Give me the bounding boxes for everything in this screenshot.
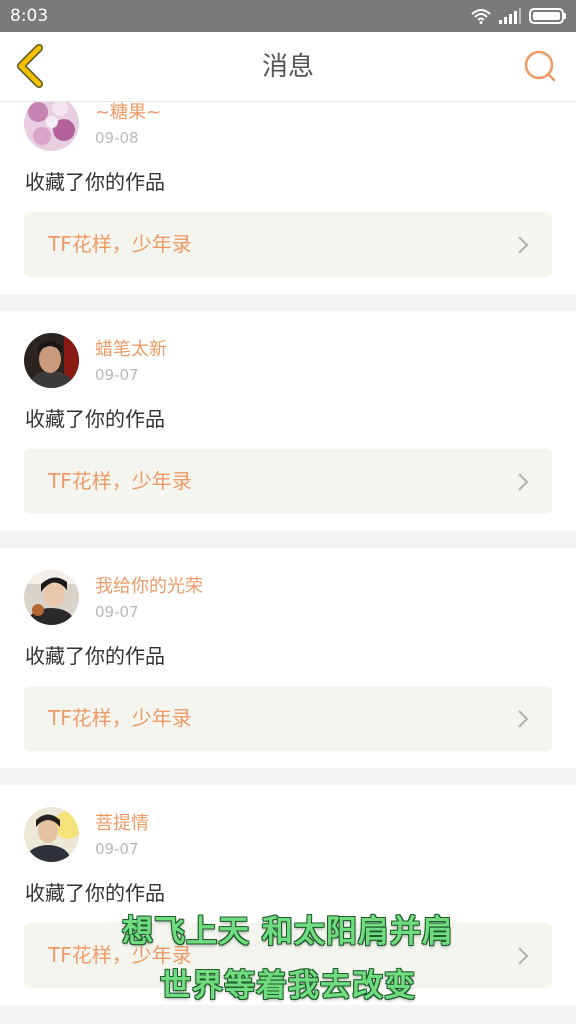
chevron-right-icon — [518, 473, 529, 491]
subtitle-line: 世界等着我去改变 — [160, 968, 416, 1004]
work-title: TF花样，少年录 — [48, 706, 192, 730]
action-text: 收藏了你的作品 — [25, 644, 165, 668]
nav-bar: 消息 — [0, 32, 576, 102]
date: 09-07 — [95, 840, 139, 858]
username[interactable]: 蜡笔太新 — [95, 339, 167, 361]
message-card: ~糖果~ 09-08 收藏了你的作品 TF花样，少年录 — [0, 102, 576, 294]
avatar[interactable] — [24, 102, 79, 151]
signal-icon — [499, 8, 521, 24]
page-title: 消息 — [261, 52, 314, 82]
date: 09-08 — [95, 129, 139, 147]
action-text: 收藏了你的作品 — [25, 170, 165, 194]
work-title: TF花样，少年录 — [48, 232, 192, 256]
action-text: 收藏了你的作品 — [25, 407, 165, 431]
avatar[interactable] — [24, 807, 79, 862]
action-text: 收藏了你的作品 — [25, 881, 165, 905]
search-icon — [524, 50, 556, 82]
username[interactable]: 菩提情 — [95, 813, 149, 835]
wifi-icon — [471, 9, 491, 24]
message-list[interactable]: ~糖果~ 09-08 收藏了你的作品 TF花样，少年录 蜡笔太新 09-07 收… — [0, 102, 576, 1024]
work-link[interactable]: TF花样，少年录 — [24, 212, 552, 277]
avatar[interactable] — [24, 333, 79, 388]
work-title: TF花样，少年录 — [48, 469, 192, 493]
message-card: 蜡笔太新 09-07 收藏了你的作品 TF花样，少年录 — [0, 311, 576, 531]
subtitle-line: 想飞上天 和太阳肩并肩 — [122, 914, 454, 950]
status-time: 8:03 — [10, 6, 49, 26]
avatar[interactable] — [24, 570, 79, 625]
status-bar: 8:03 — [0, 0, 576, 32]
date: 09-07 — [95, 603, 139, 621]
username[interactable]: 我给你的光荣 — [95, 576, 203, 598]
work-link[interactable]: TF花样，少年录 — [24, 686, 552, 751]
search-button[interactable] — [518, 44, 562, 88]
username[interactable]: ~糖果~ — [95, 102, 161, 124]
message-card: 我给你的光荣 09-07 收藏了你的作品 TF花样，少年录 — [0, 548, 576, 768]
battery-icon — [529, 8, 566, 24]
date: 09-07 — [95, 366, 139, 384]
chevron-right-icon — [518, 236, 529, 254]
chevron-right-icon — [518, 710, 529, 728]
status-icons — [471, 6, 567, 26]
work-link[interactable]: TF花样，少年录 — [24, 449, 552, 514]
